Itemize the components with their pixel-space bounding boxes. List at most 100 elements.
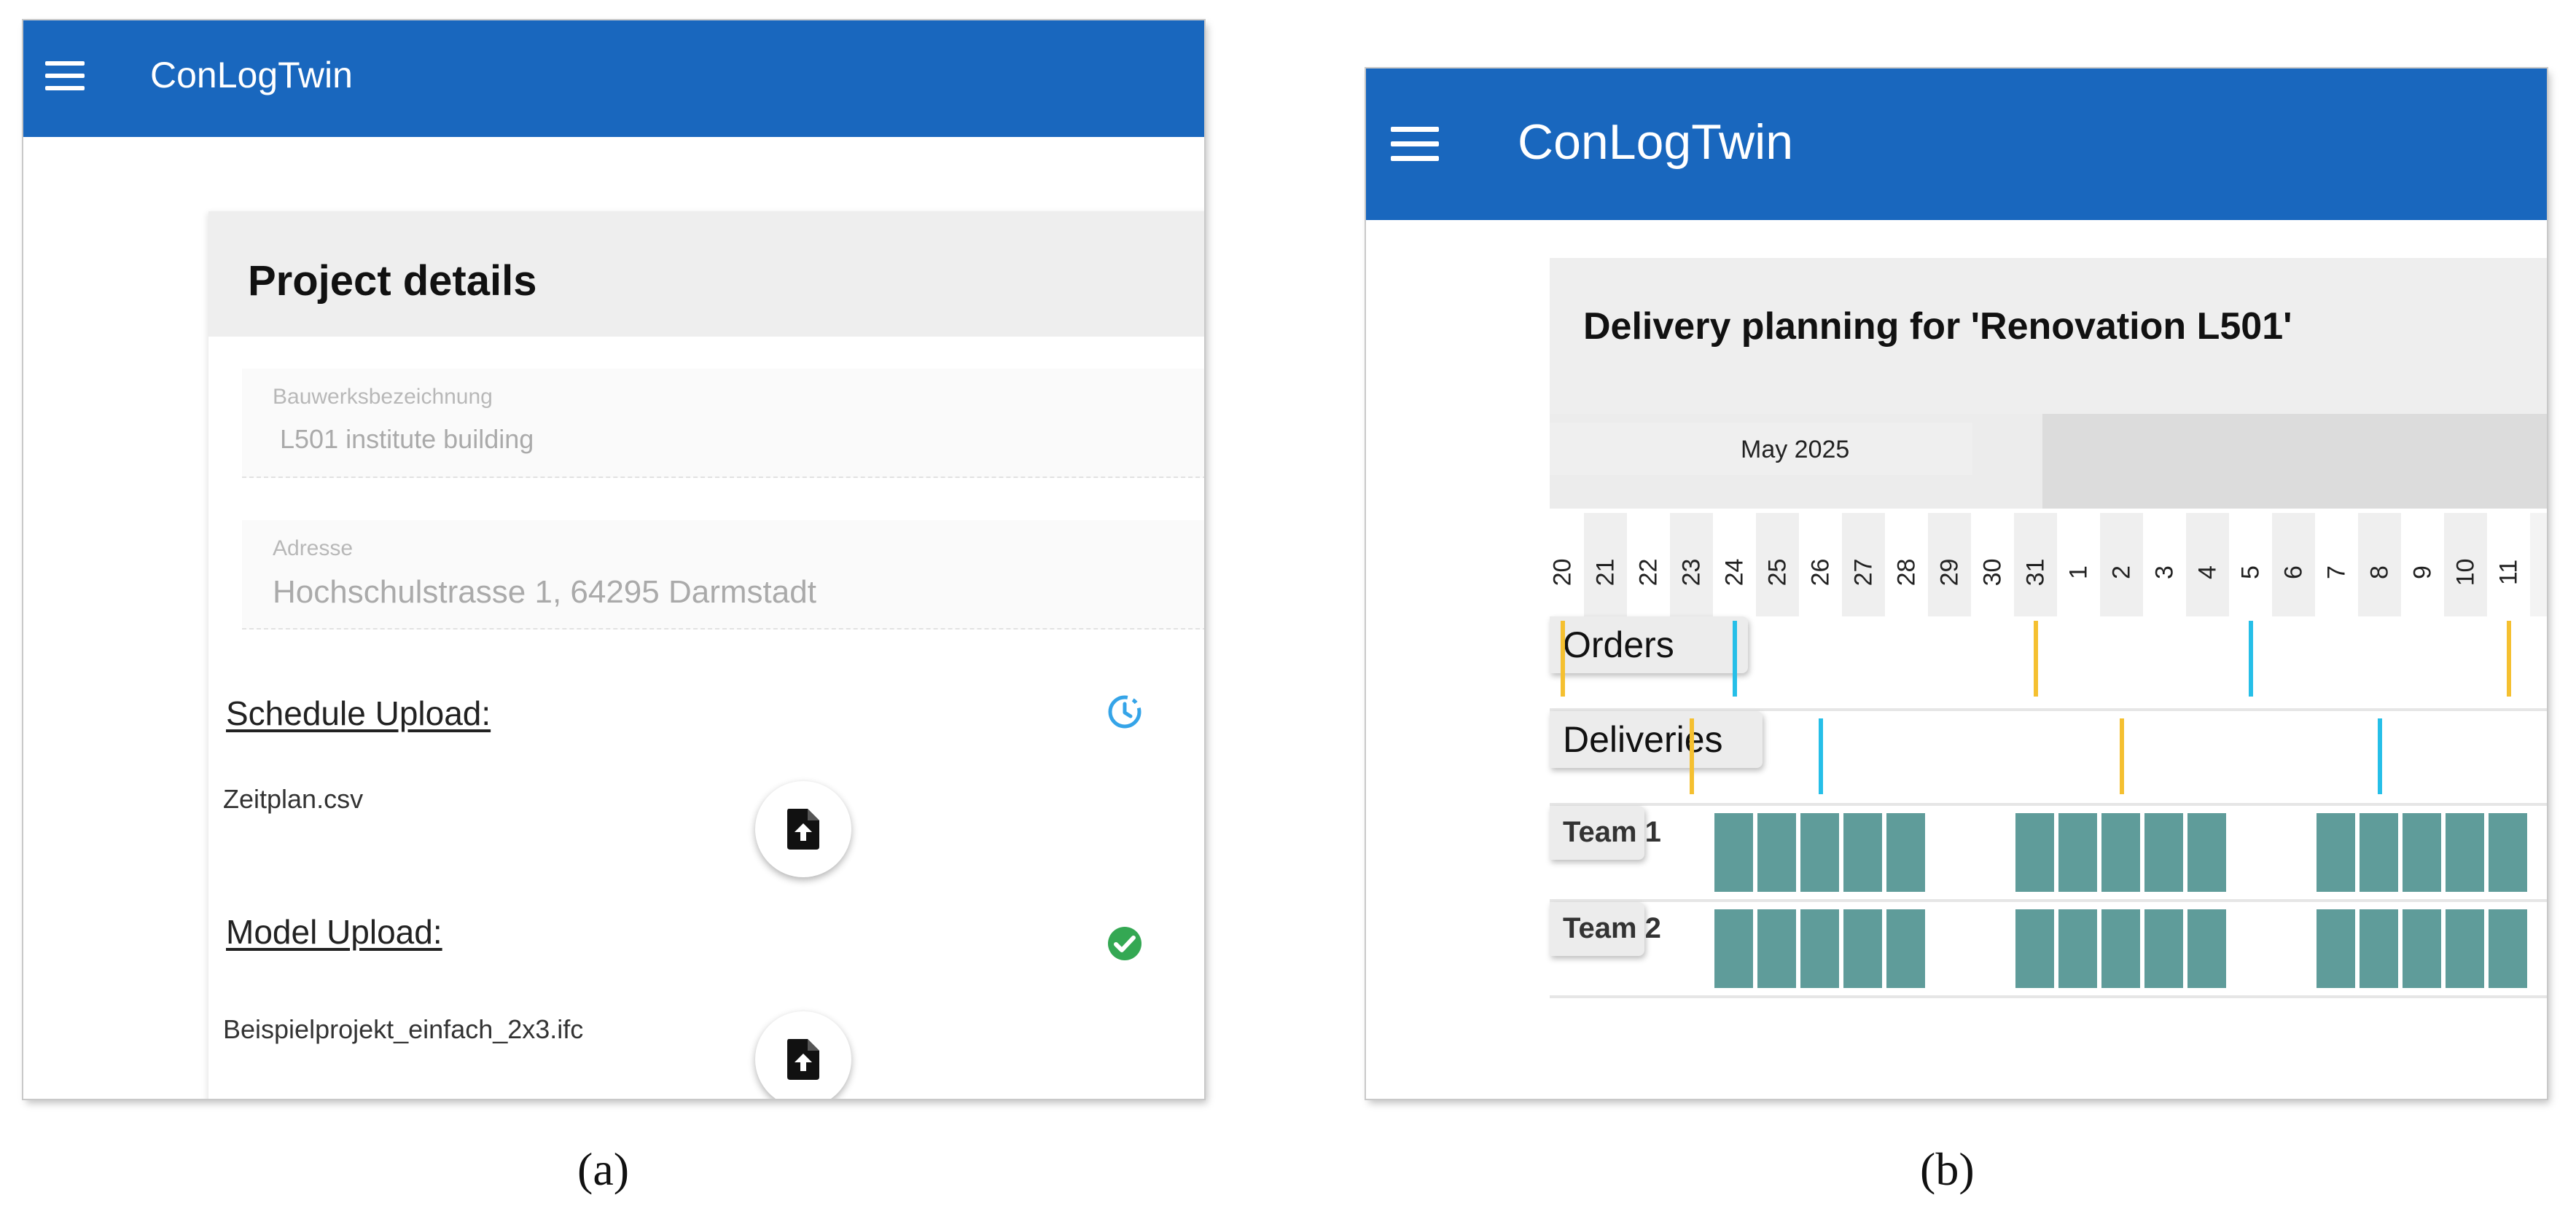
work-block[interactable] xyxy=(2403,813,2444,892)
month-label: May 2025 xyxy=(1741,436,1850,463)
work-block[interactable] xyxy=(2489,909,2530,988)
work-block[interactable] xyxy=(1757,813,1799,892)
work-block[interactable] xyxy=(1800,909,1842,988)
deliveries-lane-text: Deliveries xyxy=(1563,719,1723,760)
day-column-header: 23 xyxy=(1670,513,1713,616)
orders-lane-text: Orders xyxy=(1563,624,1674,665)
work-block[interactable] xyxy=(2058,813,2100,892)
work-block[interactable] xyxy=(2015,813,2057,892)
day-label: 7 xyxy=(2322,565,2350,579)
work-block[interactable] xyxy=(1800,813,1842,892)
day-column-header: 24 xyxy=(1713,513,1756,616)
work-block[interactable] xyxy=(2144,813,2186,892)
day-column-header: 27 xyxy=(1842,513,1885,616)
day-column-header: 10 xyxy=(2444,513,2487,616)
history-icon xyxy=(1108,695,1141,729)
day-column-header: 8 xyxy=(2358,513,2401,616)
deliveries-lane-label: Deliveries xyxy=(1550,711,1763,768)
month-cell-next xyxy=(2042,414,2547,509)
work-block[interactable] xyxy=(2101,813,2143,892)
work-block[interactable] xyxy=(2446,909,2487,988)
work-block[interactable] xyxy=(2317,813,2358,892)
day-label: 27 xyxy=(1849,558,1877,587)
work-block[interactable] xyxy=(2187,909,2229,988)
day-column-header: 2 xyxy=(2100,513,2143,616)
work-block[interactable] xyxy=(2317,909,2358,988)
address-field[interactable]: Adresse Hochschulstrasse 1, 64295 Darmst… xyxy=(242,520,1204,630)
delivery-planning-screen: ConLogTwin Delivery planning for 'Renova… xyxy=(1366,68,2547,1099)
day-label: 24 xyxy=(1720,558,1748,587)
file-upload-icon xyxy=(787,1039,819,1080)
day-column-header: 26 xyxy=(1799,513,1842,616)
work-block[interactable] xyxy=(2360,813,2401,892)
work-block[interactable] xyxy=(1714,909,1756,988)
timeline-marker[interactable] xyxy=(2377,718,2382,794)
day-label: 30 xyxy=(1978,558,2006,587)
day-column-header: 28 xyxy=(1885,513,1928,616)
building-name-value: L501 institute building xyxy=(280,424,534,454)
app-bar: ConLogTwin xyxy=(1366,68,2547,220)
model-file-name: Beispielprojekt_einfach_2x3.ifc xyxy=(223,1014,584,1044)
deliveries-lane: Deliveries xyxy=(1550,711,2547,806)
day-label: 6 xyxy=(2279,565,2307,579)
day-label: 31 xyxy=(2021,558,2049,587)
work-block[interactable] xyxy=(2403,909,2444,988)
month-header: May 2025 xyxy=(1550,414,2547,509)
work-block[interactable] xyxy=(1714,813,1756,892)
team1-lane-label: Team 1 xyxy=(1550,806,1661,860)
day-column-header: 31 xyxy=(2014,513,2057,616)
project-details-screen: ConLogTwin Project details Bauwerksbezei… xyxy=(23,20,1204,1099)
app-title: ConLogTwin xyxy=(1518,114,1794,170)
work-block[interactable] xyxy=(2058,909,2100,988)
work-block[interactable] xyxy=(1843,909,1885,988)
day-column-header: 30 xyxy=(1971,513,2014,616)
work-block[interactable] xyxy=(1886,813,1928,892)
day-column-header: 6 xyxy=(2272,513,2315,616)
work-block[interactable] xyxy=(1843,813,1885,892)
day-label: 3 xyxy=(2150,565,2178,579)
work-block[interactable] xyxy=(2187,813,2229,892)
work-block[interactable] xyxy=(2489,813,2530,892)
model-upload-button[interactable] xyxy=(755,1011,851,1099)
schedule-upload-label: Schedule Upload: xyxy=(226,694,491,732)
project-details-card: Project details Bauwerksbezeichnung L501… xyxy=(208,211,1204,1099)
menu-icon[interactable] xyxy=(1391,127,1439,162)
timeline-marker[interactable] xyxy=(1732,621,1737,697)
team2-lane-label: Team 2 xyxy=(1550,902,1661,956)
caption-a: (a) xyxy=(577,1143,630,1195)
timeline-marker[interactable] xyxy=(2033,621,2038,697)
timeline-marker[interactable] xyxy=(2506,621,2511,697)
timeline-marker[interactable] xyxy=(1689,718,1694,794)
day-label: 5 xyxy=(2236,565,2264,579)
day-column-header: 25 xyxy=(1756,513,1799,616)
day-label: 8 xyxy=(2365,565,2393,579)
day-column-header: 3 xyxy=(2143,513,2186,616)
work-block[interactable] xyxy=(2144,909,2186,988)
work-block[interactable] xyxy=(1886,909,1928,988)
work-block[interactable] xyxy=(2101,909,2143,988)
model-upload-label: Model Upload: xyxy=(226,913,442,951)
team2-lane-text: Team 2 xyxy=(1563,912,1661,944)
timeline-marker[interactable] xyxy=(1818,718,1823,794)
day-column-header: 20 xyxy=(1541,513,1584,616)
day-column-header: 7 xyxy=(2315,513,2358,616)
day-label: 23 xyxy=(1677,558,1705,587)
timeline-marker[interactable] xyxy=(2248,621,2253,697)
work-block[interactable] xyxy=(1757,909,1799,988)
work-block[interactable] xyxy=(2360,909,2401,988)
work-block[interactable] xyxy=(2446,813,2487,892)
timeline-marker[interactable] xyxy=(2119,718,2124,794)
card-title: Project details xyxy=(248,257,537,305)
menu-icon[interactable] xyxy=(45,61,85,90)
day-column-header: 9 xyxy=(2401,513,2444,616)
day-column-header: 5 xyxy=(2229,513,2272,616)
plan-header: Delivery planning for 'Renovation L501' xyxy=(1550,258,2547,414)
building-name-field[interactable]: Bauwerksbezeichnung L501 institute build… xyxy=(242,369,1204,478)
schedule-file-name: Zeitplan.csv xyxy=(223,784,364,814)
timeline-marker[interactable] xyxy=(1560,621,1565,697)
address-value: Hochschulstrasse 1, 64295 Darmstadt xyxy=(273,574,816,610)
work-block[interactable] xyxy=(2015,909,2057,988)
schedule-upload-button[interactable] xyxy=(755,781,851,877)
day-column-header: 22 xyxy=(1627,513,1670,616)
caption-b: (b) xyxy=(1920,1143,1975,1195)
